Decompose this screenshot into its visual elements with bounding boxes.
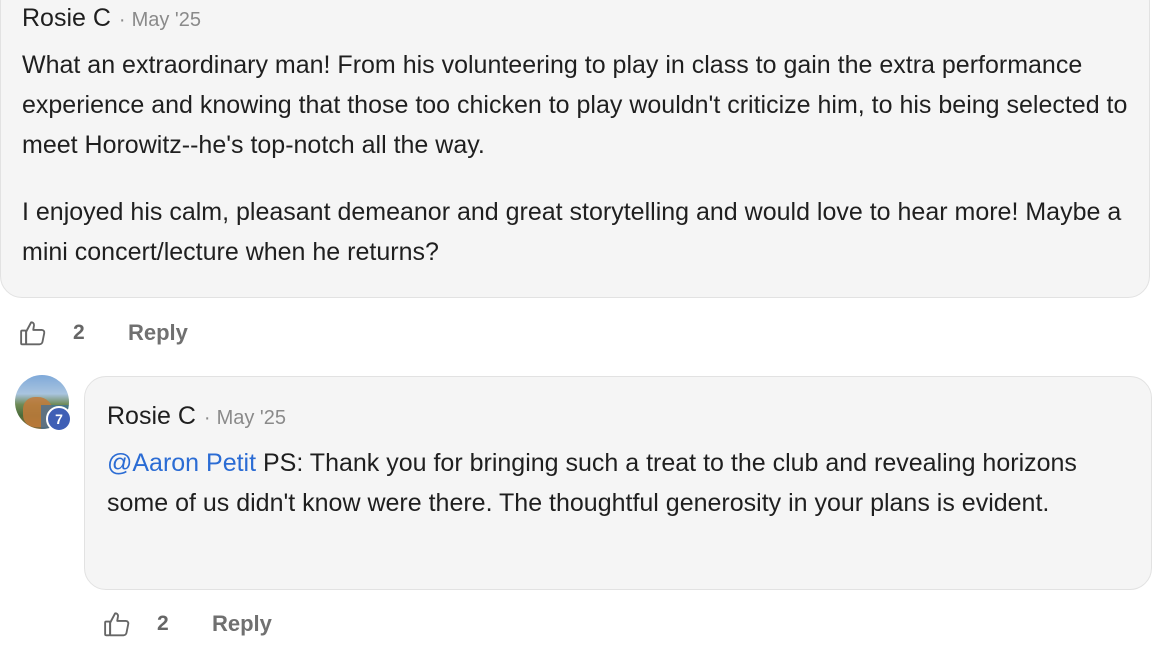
comment-paragraph: I enjoyed his calm, pleasant demeanor an… <box>22 198 1122 266</box>
reply-button[interactable]: Reply <box>128 320 188 346</box>
comment-author[interactable]: Rosie C <box>107 402 196 431</box>
like-count: 2 <box>73 321 85 344</box>
thumbs-up-icon <box>20 321 46 346</box>
comment-paragraph: What an extraordinary man! From his volu… <box>22 51 1128 159</box>
like-count: 2 <box>157 612 169 635</box>
comment-paragraph: @Aaron Petit PS: Thank you for bringing … <box>107 443 1137 523</box>
like-button[interactable] <box>17 317 49 349</box>
user-mention-link[interactable]: @Aaron Petit <box>107 449 256 477</box>
comment-actions: 2 Reply <box>101 608 272 640</box>
comment-header: Rosie C · May '25 <box>22 4 201 36</box>
comment-header: Rosie C · May '25 <box>107 402 286 434</box>
comment-actions: 2 Reply <box>17 317 188 349</box>
comment-meta: · May '25 <box>119 9 201 32</box>
comment-thread: Rosie C · May '25 What an extraordinary m… <box>0 0 1158 646</box>
user-level-badge: 7 <box>46 406 72 432</box>
meta-separator: · <box>118 9 126 31</box>
reply-button[interactable]: Reply <box>212 611 272 637</box>
comment-date: May '25 <box>216 407 286 429</box>
comment-author[interactable]: Rosie C <box>22 4 111 33</box>
thumbs-up-icon <box>104 612 130 637</box>
meta-separator: · <box>203 407 211 429</box>
comment-date: May '25 <box>131 9 201 31</box>
comment-meta: · May '25 <box>204 407 286 430</box>
like-button[interactable] <box>101 608 133 640</box>
